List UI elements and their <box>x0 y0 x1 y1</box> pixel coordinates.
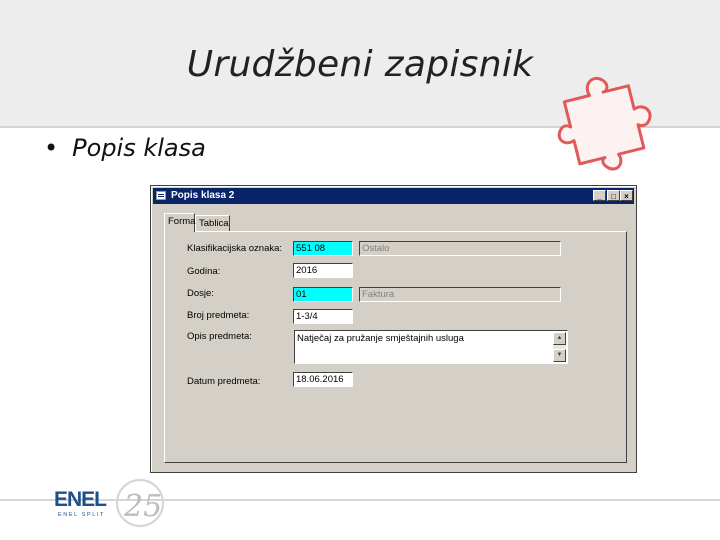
enel-split-logo: ENEL ENEL SPLIT 25 <box>54 478 165 528</box>
dosje-label: Dosje: <box>187 288 214 299</box>
opis-predmeta-text: Natječaj za pružanje smještajnih usluga <box>297 333 464 344</box>
logo-subtitle-text: ENEL SPLIT <box>58 512 105 518</box>
bullet-text: Popis klasa <box>72 134 206 162</box>
svg-text:ENEL: ENEL <box>54 488 107 511</box>
svg-text:ENEL SPLIT: ENEL SPLIT <box>58 512 105 518</box>
opis-predmeta-label: Opis predmeta: <box>187 331 252 342</box>
bullet-dot-icon: • <box>44 134 59 162</box>
minimize-button[interactable]: _ <box>593 190 606 201</box>
form-icon[interactable] <box>156 191 166 200</box>
window-titlebar[interactable]: Popis klasa 2 _ □ × <box>153 188 634 204</box>
godina-input[interactable]: 2016 <box>293 263 353 278</box>
maximize-button[interactable]: □ <box>607 190 620 201</box>
broj-predmeta-input[interactable]: 1-3/4 <box>293 309 353 324</box>
bullet-item: • Popis klasa <box>44 134 206 162</box>
tab-forma[interactable]: Forma <box>164 213 195 232</box>
broj-predmeta-label: Broj predmeta: <box>187 310 250 321</box>
popis-klasa-window: Popis klasa 2 _ □ × Forma Tablica Klasif… <box>150 185 637 473</box>
scroll-up-icon[interactable]: ▲ <box>553 332 566 345</box>
logo-anniversary-text: 25 <box>123 489 162 524</box>
tab-tablica[interactable]: Tablica <box>195 215 230 232</box>
klasifikacija-description: Ostalo <box>359 241 561 256</box>
datum-predmeta-label: Datum predmeta: <box>187 376 261 387</box>
dosje-description: Faktura <box>359 287 561 302</box>
close-button[interactable]: × <box>620 190 633 201</box>
klasifikacija-input[interactable]: 551 08 <box>293 241 353 256</box>
window-title: Popis klasa 2 <box>171 190 235 201</box>
opis-scrollbar[interactable]: ▲ ▼ <box>553 332 566 362</box>
dosje-input[interactable]: 01 <box>293 287 353 302</box>
puzzle-piece-icon <box>557 76 652 171</box>
klasifikacija-label: Klasifikacijska oznaka: <box>187 243 283 254</box>
logo-brand-text: ENEL <box>54 488 107 511</box>
godina-label: Godina: <box>187 266 221 277</box>
datum-predmeta-input[interactable]: 18.06.2016 <box>293 372 353 387</box>
opis-predmeta-textarea[interactable]: Natječaj za pružanje smještajnih usluga … <box>294 330 568 364</box>
scroll-down-icon[interactable]: ▼ <box>553 349 566 362</box>
svg-text:25: 25 <box>123 489 162 524</box>
